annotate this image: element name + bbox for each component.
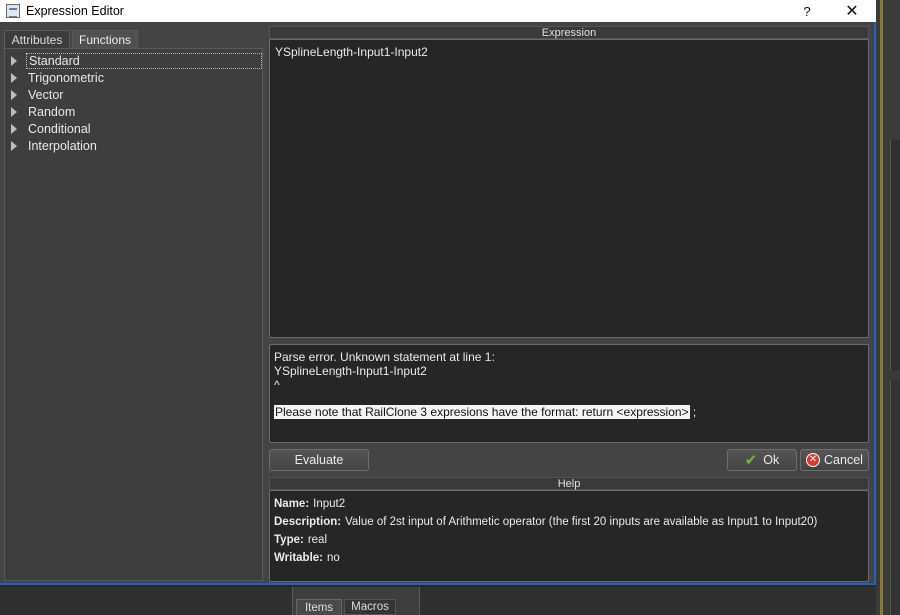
expression-editor-input[interactable]: YSplineLength-Input1-Input2 bbox=[269, 39, 869, 338]
background-panel bbox=[890, 380, 900, 615]
format-note-tail: ; bbox=[689, 405, 697, 419]
error-caret: ^ bbox=[274, 378, 280, 392]
functions-tree: Standard Trigonometric Vector Random Con… bbox=[4, 48, 263, 581]
help-row-type: Type: real bbox=[274, 531, 864, 549]
expand-arrow-icon[interactable] bbox=[11, 141, 17, 151]
expand-arrow-icon[interactable] bbox=[11, 90, 17, 100]
help-row-writable: Writable: no bbox=[274, 549, 864, 567]
close-button[interactable]: ✕ bbox=[835, 0, 869, 22]
tab-macros[interactable]: Macros bbox=[344, 599, 396, 615]
tree-item-random[interactable]: Random bbox=[11, 104, 77, 120]
help-row-description: Description: Value of 2st input of Arith… bbox=[274, 513, 864, 531]
ok-button[interactable]: ✔ Ok bbox=[727, 449, 797, 471]
help-header: Help bbox=[269, 477, 869, 490]
help-value: Value of 2st input of Arithmetic operato… bbox=[345, 516, 818, 528]
tree-item-label: Random bbox=[28, 105, 76, 119]
tree-item-label: Conditional bbox=[28, 122, 91, 136]
tree-item-trigonometric[interactable]: Trigonometric bbox=[11, 70, 106, 86]
expression-text: YSplineLength-Input1-Input2 bbox=[275, 45, 428, 59]
window-title: Expression Editor bbox=[26, 4, 124, 18]
tab-functions[interactable]: Functions bbox=[72, 30, 138, 48]
ok-button-label: Ok bbox=[763, 453, 780, 467]
tree-item-standard[interactable]: Standard bbox=[11, 53, 262, 69]
help-key: Name: bbox=[274, 498, 310, 510]
tree-item-interpolation[interactable]: Interpolation bbox=[11, 138, 99, 154]
app-window-icon bbox=[6, 4, 20, 18]
background-panel bbox=[890, 140, 900, 370]
help-key: Type: bbox=[274, 534, 304, 546]
format-note-highlight: Please note that RailClone 3 expresions … bbox=[274, 405, 690, 419]
parse-output-box[interactable]: Parse error. Unknown statement at line 1… bbox=[269, 344, 869, 443]
help-panel: Name: Input2 Description: Value of 2st i… bbox=[269, 490, 869, 582]
expand-arrow-icon[interactable] bbox=[11, 107, 17, 117]
background-bottom-area bbox=[0, 587, 876, 615]
expression-header: Expression bbox=[269, 26, 869, 39]
help-row-name: Name: Input2 bbox=[274, 495, 864, 513]
cancel-x-icon: ✕ bbox=[806, 453, 821, 467]
help-value: no bbox=[327, 552, 340, 564]
help-key: Description: bbox=[274, 516, 342, 528]
tree-item-label: Standard bbox=[26, 53, 262, 69]
error-expression: YSplineLength-Input1-Input2 bbox=[274, 364, 427, 378]
expand-arrow-icon[interactable] bbox=[11, 124, 17, 134]
expand-arrow-icon[interactable] bbox=[11, 73, 17, 83]
cancel-button[interactable]: ✕ Cancel bbox=[800, 449, 869, 471]
tree-item-label: Trigonometric bbox=[28, 71, 104, 85]
help-button[interactable]: ? bbox=[793, 0, 821, 22]
error-message: Parse error. Unknown statement at line 1… bbox=[274, 350, 495, 364]
tree-item-vector[interactable]: Vector bbox=[11, 87, 65, 103]
tab-items[interactable]: Items bbox=[296, 599, 342, 615]
help-value: Input2 bbox=[313, 498, 346, 510]
evaluate-button[interactable]: Evaluate bbox=[269, 449, 369, 471]
background-viewport bbox=[876, 0, 900, 615]
format-note: Please note that RailClone 3 expresions … bbox=[274, 405, 864, 419]
background-strip bbox=[880, 0, 883, 615]
window-titlebar[interactable]: Expression Editor ? ✕ bbox=[0, 0, 876, 22]
tree-item-conditional[interactable]: Conditional bbox=[11, 121, 93, 137]
tree-item-label: Vector bbox=[28, 88, 64, 102]
tab-attributes[interactable]: Attributes bbox=[4, 30, 70, 48]
checkmark-icon: ✔ bbox=[744, 451, 758, 469]
cancel-button-label: Cancel bbox=[824, 453, 863, 467]
expand-arrow-icon[interactable] bbox=[11, 56, 17, 66]
evaluate-button-label: Evaluate bbox=[294, 453, 344, 467]
help-key: Writable: bbox=[274, 552, 323, 564]
help-value: real bbox=[307, 534, 328, 546]
tree-item-label: Interpolation bbox=[28, 139, 97, 153]
